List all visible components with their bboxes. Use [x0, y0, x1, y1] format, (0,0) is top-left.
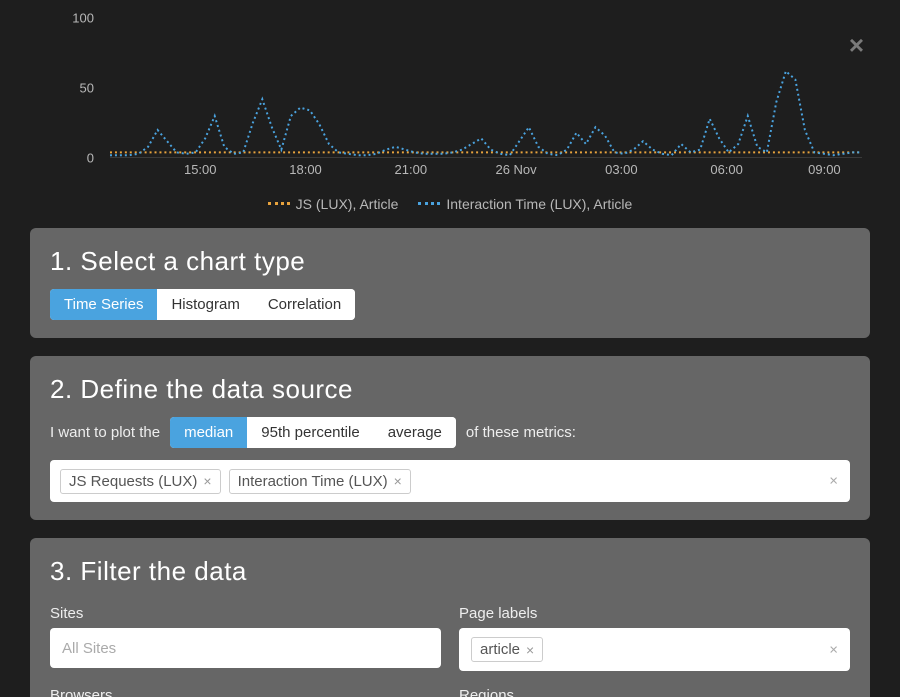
metric-chip-label: JS Requests (LUX): [69, 473, 197, 490]
chart-type-option[interactable]: Correlation: [254, 289, 355, 320]
chart-area: × 050100 15:0018:0021:0026 Nov03:0006:00…: [30, 0, 870, 210]
panel-chart-type: 1. Select a chart type Time SeriesHistog…: [30, 228, 870, 338]
chart-legend: JS (LUX), Article Interaction Time (LUX),…: [30, 192, 870, 212]
clear-page-labels-icon[interactable]: ×: [829, 641, 838, 658]
sites-placeholder: All Sites: [62, 640, 116, 657]
metric-chip-label: Interaction Time (LUX): [238, 473, 388, 490]
browsers-label: Browsers: [50, 687, 441, 697]
panel-title: 2. Define the data source: [50, 374, 850, 405]
regions-label: Regions: [459, 687, 850, 697]
remove-chip-icon[interactable]: ×: [203, 473, 211, 489]
remove-chip-icon[interactable]: ×: [526, 642, 534, 658]
x-tick-label: 21:00: [395, 162, 428, 177]
y-tick-label: 0: [87, 151, 94, 166]
chart-type-option[interactable]: Time Series: [50, 289, 157, 320]
panel-data-source: 2. Define the data source I want to plot…: [30, 356, 870, 520]
plot-prefix-text: I want to plot the: [50, 424, 160, 441]
panel-filter: 3. Filter the data Sites All Sites Page …: [30, 538, 870, 697]
chart-type-segmented: Time SeriesHistogramCorrelation: [50, 289, 355, 320]
chart-y-axis: 050100: [30, 18, 102, 158]
remove-chip-icon[interactable]: ×: [394, 473, 402, 489]
legend-swatch: [268, 202, 290, 205]
chart-series: [110, 71, 862, 155]
stat-option[interactable]: 95th percentile: [247, 417, 373, 448]
metric-chip[interactable]: Interaction Time (LUX) ×: [229, 469, 411, 494]
x-tick-label: 15:00: [184, 162, 217, 177]
metrics-input[interactable]: JS Requests (LUX)×Interaction Time (LUX)…: [50, 460, 850, 502]
stat-segmented: median95th percentileaverage: [170, 417, 456, 448]
y-tick-label: 50: [80, 81, 94, 96]
clear-metrics-icon[interactable]: ×: [829, 473, 838, 490]
metric-chip[interactable]: JS Requests (LUX) ×: [60, 469, 221, 494]
panel-title: 1. Select a chart type: [50, 246, 850, 277]
sites-label: Sites: [50, 605, 441, 622]
page-label-chip-label: article: [480, 641, 520, 658]
x-tick-label: 18:00: [289, 162, 322, 177]
chart-plot: [110, 18, 862, 158]
page-label-chip[interactable]: article ×: [471, 637, 543, 662]
x-tick-label: 03:00: [605, 162, 638, 177]
legend-label: Interaction Time (LUX), Article: [446, 196, 632, 212]
stat-option[interactable]: average: [374, 417, 456, 448]
chart-x-axis: 15:00 18:00 21:00 26 Nov 03:00 06:00 09:00: [110, 162, 862, 182]
page-labels-label: Page labels: [459, 605, 850, 622]
legend-label: JS (LUX), Article: [296, 196, 399, 212]
legend-item[interactable]: Interaction Time (LUX), Article: [418, 196, 632, 212]
y-tick-label: 100: [72, 11, 94, 26]
x-tick-label: 26 Nov: [495, 162, 536, 177]
stat-option[interactable]: median: [170, 417, 247, 448]
panel-title: 3. Filter the data: [50, 556, 850, 587]
x-tick-label: 06:00: [710, 162, 743, 177]
page-labels-input[interactable]: article × ×: [459, 628, 850, 671]
legend-swatch: [418, 202, 440, 205]
legend-item[interactable]: JS (LUX), Article: [268, 196, 399, 212]
chart-type-option[interactable]: Histogram: [157, 289, 253, 320]
plot-suffix-text: of these metrics:: [466, 424, 576, 441]
sites-input[interactable]: All Sites: [50, 628, 441, 668]
x-tick-label: 09:00: [808, 162, 841, 177]
